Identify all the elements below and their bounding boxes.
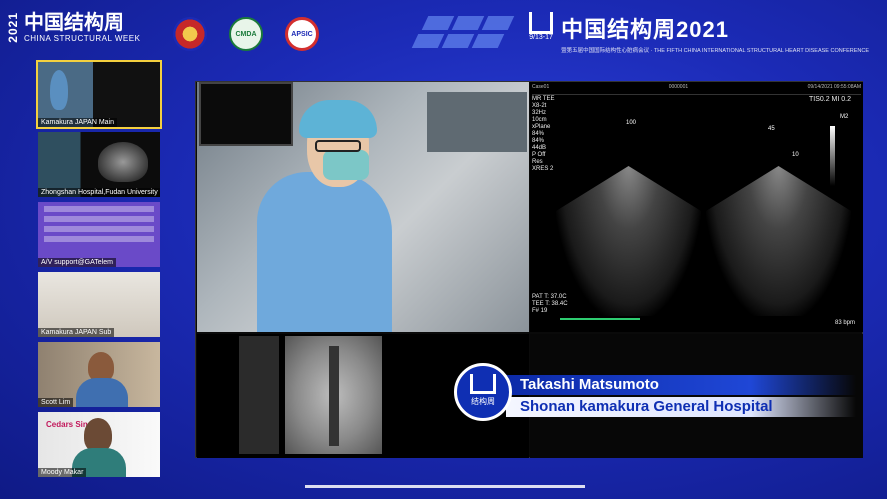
emblem-logo-icon [173, 17, 207, 51]
decorative-cubes-icon [411, 14, 515, 56]
echo-sector-a [556, 166, 701, 316]
echo-tis: TIS0.2 MI 0.2 [808, 96, 851, 103]
fluoro-image [285, 336, 382, 454]
surgeon-figure [257, 172, 392, 332]
bottom-scroll-bar[interactable] [305, 485, 585, 488]
participant-tile-scott-lim[interactable]: Scott Lim [38, 342, 160, 407]
fluoro-side-panel [239, 336, 279, 454]
echo-display: Case01 0000001 09/14/2021 09:55:08AM MR … [530, 82, 863, 332]
participant-label: A/V support@GATelem [38, 258, 116, 267]
brand-year: 2021 [6, 12, 20, 43]
event-mark-icon: 9/13-17 [527, 12, 555, 42]
speaker-banner: Takashi Matsumoto Shonan kamakura Genera… [454, 363, 856, 421]
participant-sidebar: Kamakura JAPAN Main Zhongshan Hospital,F… [36, 60, 162, 482]
conference-badge-icon: 结构周 [454, 363, 512, 421]
apsic-logo-icon: APSIC [285, 17, 319, 51]
participant-label: Kamakura JAPAN Main [38, 118, 118, 127]
m2-label: M2 [840, 114, 849, 120]
participant-label: Scott Lim [38, 398, 74, 407]
event-brand: 9/13-17 中国结构周2021 暨第五届中国国际结构性心脏病会议 · THE… [527, 12, 869, 54]
speaker-hospital: Shonan kamakura General Hospital [506, 397, 856, 417]
event-subtitle: 暨第五届中国国际结构性心脏病会议 · THE FIFTH CHINA INTER… [561, 48, 869, 54]
participant-tile-zhongshan[interactable]: Zhongshan Hospital,Fudan University [38, 132, 160, 197]
heart-rate: 83 bpm [834, 320, 855, 326]
event-title: 中国结构周2021 [561, 17, 730, 42]
participant-label: Zhongshan Hospital,Fudan University [38, 188, 160, 197]
cmda-logo-icon: CMDA [229, 17, 263, 51]
plane-angle-b1: 45 [768, 126, 775, 132]
echo-params: MR TEE X8-2t 32Hz 10cm xPlane 84% 84% 44… [532, 96, 555, 172]
participant-tile-moody-makar[interactable]: Cedars Sinai Moody Makar [38, 412, 160, 477]
brand-logo: 2021 中国结构周 CHINA STRUCTURAL WEEK [6, 12, 140, 43]
badge-text: 结构周 [471, 397, 495, 406]
brand-title-cn: 中国结构周 [24, 12, 124, 34]
echo-header: Case01 0000001 09/14/2021 09:55:08AM [532, 84, 861, 95]
participant-tile-kamakura-main[interactable]: Kamakura JAPAN Main [36, 60, 162, 129]
plane-angle-b2: 10 [792, 152, 799, 158]
participant-label: Moody Makar [38, 468, 87, 477]
speaker-name: Takashi Matsumoto [506, 375, 856, 395]
plane-angle-a: 100 [626, 120, 637, 126]
operating-room-video [197, 82, 529, 332]
participant-label: Kamakura JAPAN Sub [38, 328, 115, 337]
echo-sector-b [706, 166, 851, 316]
participant-tile-av-support[interactable]: A/V support@GATelem [38, 202, 160, 267]
event-date: 9/13-17 [529, 34, 553, 41]
brand-title-en: CHINA STRUCTURAL WEEK [24, 34, 141, 43]
participant-tile-kamakura-sub[interactable]: Kamakura JAPAN Sub [38, 272, 160, 337]
partner-logos: CMDA APSIC [173, 17, 319, 51]
echo-temperatures: PAT T: 37.0C TEE T: 38.4C F# 19 [532, 294, 568, 314]
